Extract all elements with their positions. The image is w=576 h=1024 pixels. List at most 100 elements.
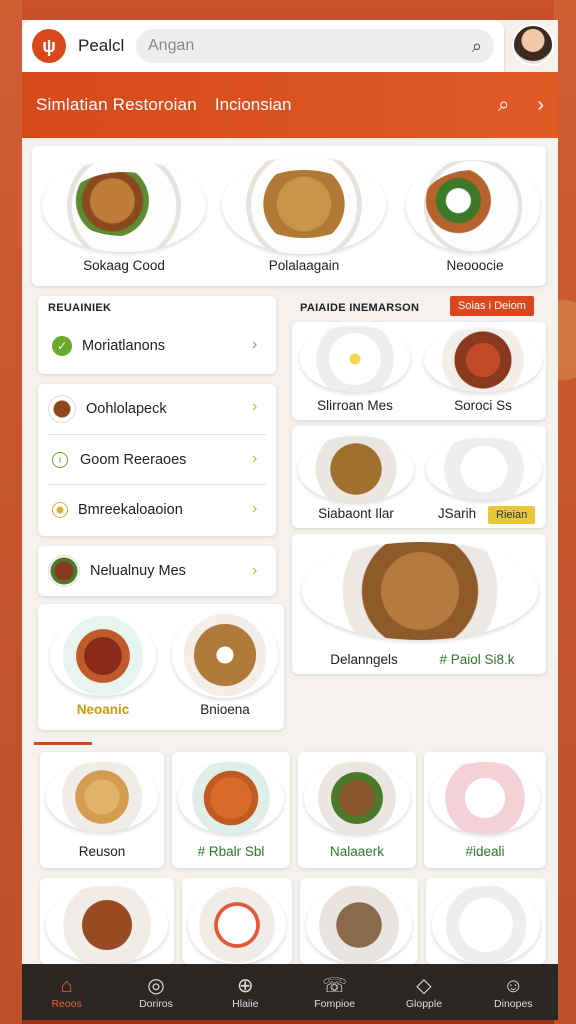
nav-item-explore[interactable]: ◎ Doriros [116, 974, 196, 1010]
dish-image[interactable] [302, 542, 538, 640]
dish-label: Siabaont Ilar [318, 506, 394, 521]
list-item-label: Goom Reeraoes [80, 452, 187, 468]
dish-label: Slirroan Mes [317, 398, 393, 413]
list-item-label: Nelualnuy Mes [90, 563, 186, 579]
user-icon: ☺ [503, 975, 524, 997]
dish-card[interactable]: Reuson [40, 752, 164, 868]
list-item-label: Oohlolapeck [86, 401, 167, 417]
dish-image[interactable] [178, 762, 284, 834]
dish-image[interactable] [46, 886, 168, 964]
dish-image[interactable] [426, 438, 542, 500]
target-icon [52, 502, 68, 518]
nav-item-home[interactable]: ⌂ Reoos [27, 974, 107, 1010]
dish-image[interactable] [304, 762, 410, 834]
dish-image[interactable] [298, 436, 414, 502]
chat-icon: ☏ [322, 975, 348, 997]
dish-label: Soroci Ss [454, 398, 512, 413]
list-item[interactable]: Bmreekaloaoion [52, 498, 266, 522]
dish-card[interactable]: Nalaaerk [298, 752, 416, 868]
section-title: REUAINIEK [48, 302, 112, 314]
chevron-right-icon: › [252, 398, 258, 415]
info-icon: i [52, 452, 68, 468]
dish-image[interactable] [50, 616, 156, 696]
dish-label: #ideali [465, 844, 505, 859]
dish-label: Delanngels [330, 652, 398, 667]
dish-image[interactable] [46, 762, 158, 832]
left-item-card[interactable]: Nelualnuy Mes › [38, 546, 276, 596]
dish-label: Nalaaerk [329, 844, 385, 859]
section-divider [34, 742, 92, 745]
dish-card[interactable] [300, 878, 418, 964]
avatar[interactable] [512, 24, 554, 66]
food-fried-rice [246, 170, 362, 238]
dish-price: # Paiol Si8.k [439, 652, 515, 667]
nav-label: Fompioe [314, 998, 356, 1010]
nav-label: Hlaiie [232, 998, 259, 1010]
list-item[interactable]: ✓ Moriatlanons [52, 334, 266, 358]
dish-image[interactable] [424, 328, 542, 392]
list-item-label: Moriatlanons [82, 338, 166, 354]
dish-image[interactable] [432, 886, 540, 964]
home-icon: ⌂ [60, 975, 73, 997]
dish-image[interactable] [430, 762, 540, 834]
dish-label: Neoanic [76, 702, 130, 717]
left-dish-pair-card: Neoanic Bnioena [38, 604, 284, 730]
dish-image[interactable] [306, 886, 412, 964]
dish-label: JSarih [437, 506, 477, 521]
dish-image[interactable] [188, 886, 286, 964]
nav-label: Doriros [139, 998, 173, 1010]
left-section-card: REUAINIEK ✓ Moriatlanons › [38, 296, 276, 374]
featured-label: Sokaag Cood [83, 258, 165, 273]
dish-thumb-icon [48, 395, 76, 423]
food-platter [422, 170, 526, 238]
list-item-label: Bmreekaloaoion [78, 502, 183, 518]
nav-item-shield[interactable]: ◇ Glopple [384, 974, 464, 1010]
dish-image[interactable] [172, 612, 278, 698]
page-subtitle: Incionsian [214, 95, 292, 114]
list-item[interactable]: i Goom Reeraoes [52, 448, 266, 472]
chevron-right-icon[interactable]: › [537, 94, 544, 117]
dish-tag[interactable]: Rieian [488, 506, 536, 524]
list-item[interactable]: Oohlolapeck [48, 394, 266, 424]
globe-icon: ⊕ [236, 975, 254, 997]
right-card[interactable]: Siabaont Ilar JSarih Rieian [292, 426, 546, 528]
check-circle-icon: ✓ [52, 336, 72, 356]
food-chicken [66, 172, 182, 236]
list-item[interactable]: Nelualnuy Mes [48, 555, 266, 587]
right-big-card[interactable]: Delanngels # Paiol Si8.k [292, 534, 546, 674]
dish-card[interactable]: # Rbalr Sbl [172, 752, 290, 868]
nav-label: Dinopes [494, 998, 533, 1010]
top-search-bar: ψ Pealcl Angan ⌕ [22, 20, 504, 72]
dish-label: Bnioena [200, 702, 250, 717]
chevron-right-icon: › [252, 500, 258, 517]
featured-card: Sokaag Cood Polalaagain Neooocie [32, 146, 546, 286]
search-placeholder: Angan [148, 37, 195, 54]
section-badge[interactable]: Soias i Deiom [450, 296, 534, 316]
dish-image[interactable] [300, 326, 410, 392]
section-title: PAIAIDE INEMARSON [300, 302, 420, 314]
shield-icon: ◇ [416, 975, 432, 997]
search-icon[interactable]: ⌕ [498, 94, 509, 117]
dish-card[interactable] [40, 878, 174, 964]
nav-item-profile[interactable]: ☺ Dinopes [473, 974, 553, 1010]
app-window: ψ Pealcl Angan ⌕ Simlatian Restoroian In… [22, 20, 558, 1020]
chevron-right-icon: › [252, 562, 258, 579]
brand-name: Pealcl [78, 36, 125, 55]
featured-label: Neooocie [446, 258, 504, 273]
dish-thumb-icon [48, 555, 80, 587]
search-icon[interactable]: ⌕ [472, 36, 482, 57]
compass-icon: ◎ [147, 975, 165, 997]
nav-item-globe[interactable]: ⊕ Hlaiie [205, 974, 285, 1010]
nav-item-chat[interactable]: ☏ Fompioe [295, 974, 375, 1010]
nav-label: Reoos [51, 998, 82, 1010]
dish-label: # Rbalr Sbl [197, 844, 265, 859]
chevron-right-icon: › [252, 450, 258, 467]
right-card[interactable]: Slirroan Mes Soroci Ss [292, 322, 546, 420]
dish-card[interactable]: #ideali [424, 752, 546, 868]
dish-card[interactable] [182, 878, 292, 964]
search-input[interactable]: Angan ⌕ [136, 29, 494, 63]
dish-card[interactable] [426, 878, 546, 964]
nav-label: Glopple [405, 998, 443, 1010]
bottom-nav: ⌂ Reoos ◎ Doriros ⊕ Hlaiie ☏ Fompioe ◇ G… [22, 964, 558, 1020]
app-logo-icon[interactable]: ψ [32, 29, 66, 63]
